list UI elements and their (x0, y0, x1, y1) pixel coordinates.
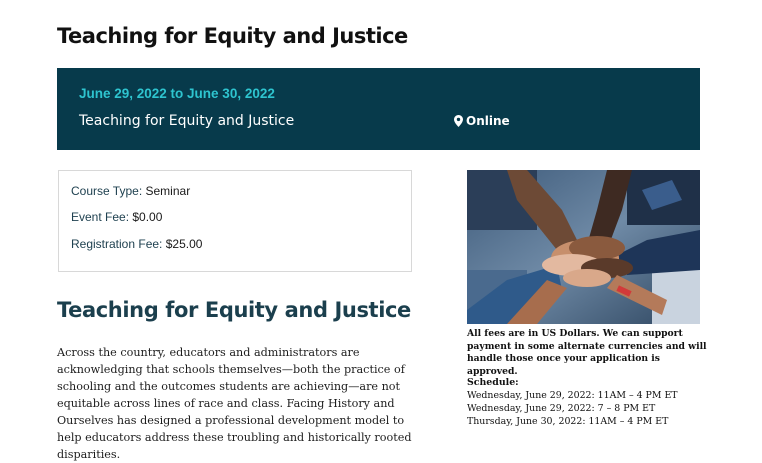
section-heading: Teaching for Equity and Justice (57, 298, 411, 322)
course-type-value: Seminar (145, 184, 191, 198)
schedule-item: Wednesday, June 29, 2022: 7 – 8 PM ET (467, 403, 656, 414)
schedule-list: Wednesday, June 29, 2022: 11AM – 4 PM ET… (467, 389, 678, 428)
event-dates: June 29, 2022 to June 30, 2022 (79, 86, 275, 101)
fees-note: All fees are in US Dollars. We can suppo… (467, 328, 707, 377)
map-pin-icon (454, 115, 463, 127)
event-fee-label: Event Fee: (71, 210, 130, 224)
schedule-heading: Schedule: (467, 377, 519, 388)
schedule-item: Thursday, June 30, 2022: 11AM – 4 PM ET (467, 416, 669, 427)
schedule-item: Wednesday, June 29, 2022: 11AM – 4 PM ET (467, 390, 678, 401)
registration-fee-row: Registration Fee: $25.00 (71, 237, 202, 251)
event-fee-value: $0.00 (132, 210, 163, 224)
page-title: Teaching for Equity and Justice (57, 24, 408, 48)
description-paragraph: Across the country, educators and admini… (57, 346, 412, 461)
course-type-row: Course Type: Seminar (71, 184, 190, 198)
stacked-hands-photo (467, 170, 700, 324)
event-location: Online (454, 114, 510, 128)
event-details-box: Course Type: Seminar Event Fee: $0.00 Re… (58, 170, 412, 272)
registration-fee-value: $25.00 (165, 237, 203, 251)
event-location-label: Online (466, 114, 510, 128)
event-fee-row: Event Fee: $0.00 (71, 210, 162, 224)
registration-fee-label: Registration Fee: (71, 237, 163, 251)
event-banner: June 29, 2022 to June 30, 2022 Teaching … (57, 68, 700, 150)
event-title: Teaching for Equity and Justice (79, 113, 295, 129)
course-type-label: Course Type: (71, 184, 143, 198)
